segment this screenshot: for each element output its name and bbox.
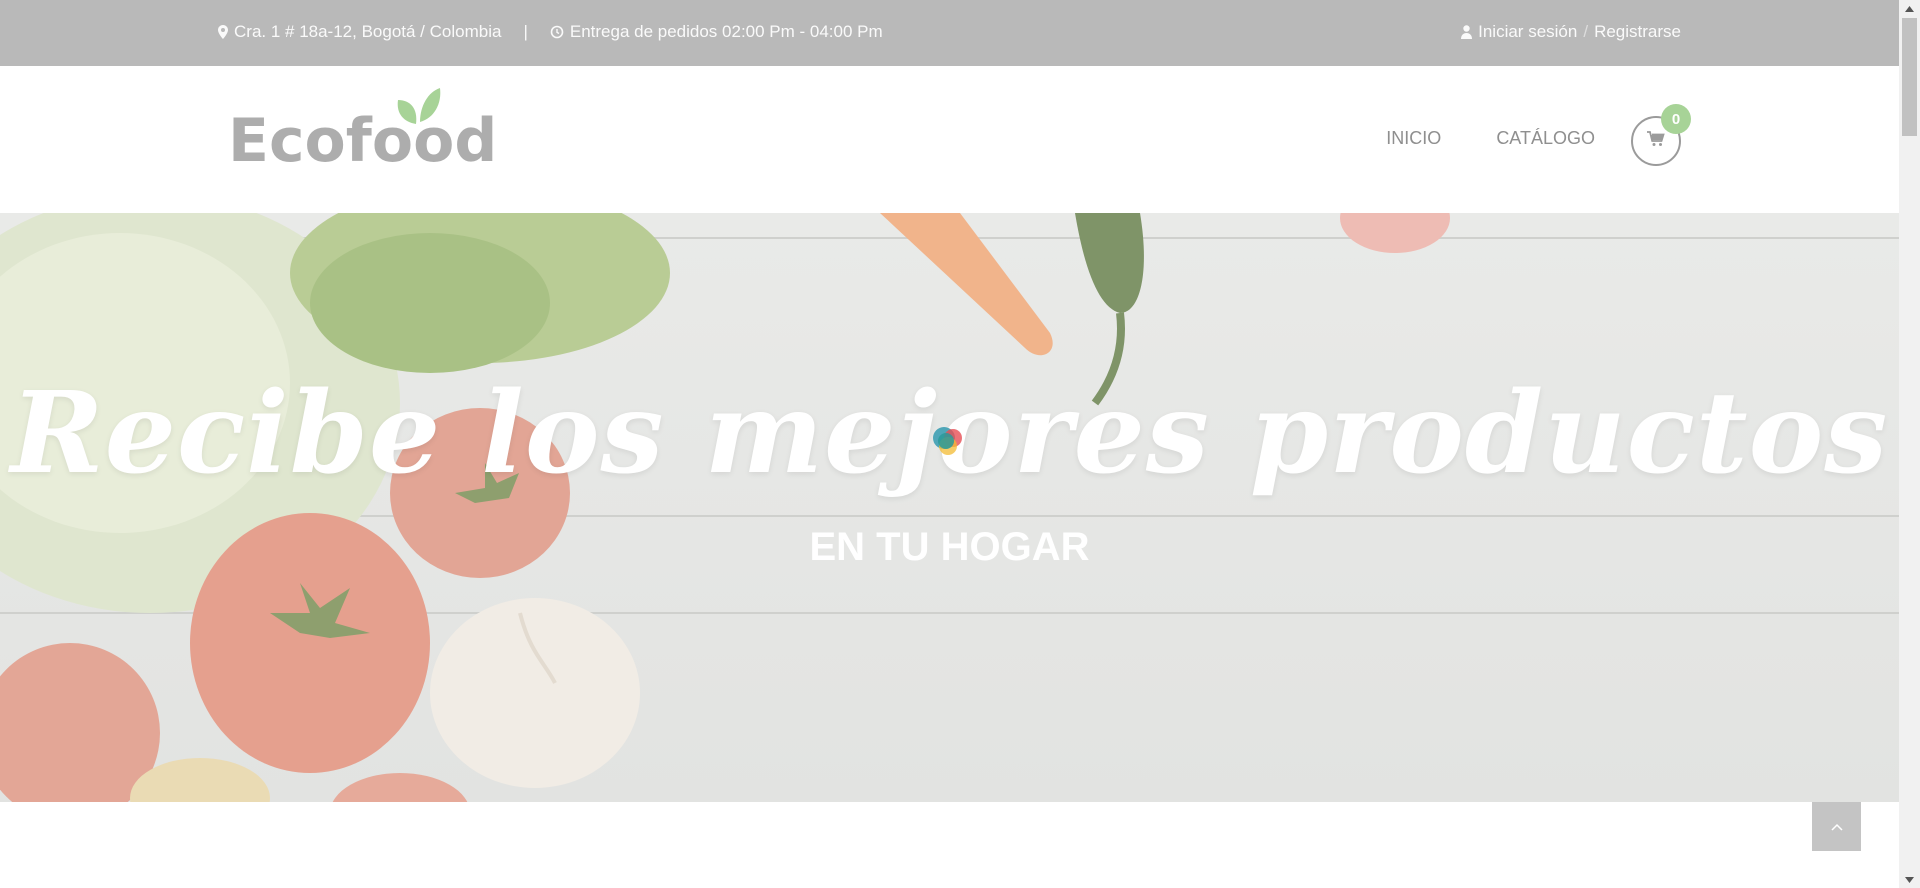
vegetables-background-image bbox=[0, 213, 1450, 802]
scrollbar-thumb[interactable] bbox=[1902, 18, 1917, 136]
top-bar-separator: | bbox=[523, 22, 528, 41]
clock-icon bbox=[550, 25, 564, 39]
user-icon bbox=[1461, 25, 1473, 39]
scroll-down-arrow-icon[interactable] bbox=[1899, 871, 1920, 888]
address-text: Cra. 1 # 18a-12, Bogotá / Colombia bbox=[234, 22, 502, 41]
main-nav: INICIO CATÁLOGO bbox=[1331, 128, 1595, 149]
delivery-hours-text: Entrega de pedidos 02:00 Pm - 04:00 Pm bbox=[569, 22, 883, 41]
logo[interactable]: Ecofood bbox=[228, 86, 498, 186]
logo-text: Ecofood bbox=[228, 106, 498, 176]
top-bar-left: Cra. 1 # 18a-12, Bogotá / Colombia | Ent… bbox=[218, 22, 883, 42]
loading-spinner-icon bbox=[931, 424, 967, 465]
chevron-up-icon bbox=[1830, 818, 1843, 836]
top-bar-right: Iniciar sesión / Registrarse bbox=[1461, 22, 1681, 42]
auth-slash: / bbox=[1583, 22, 1589, 41]
hero-banner: Recibe los mejores productos EN TU HOGAR bbox=[0, 213, 1899, 802]
cart-count-badge: 0 bbox=[1661, 104, 1691, 134]
login-link[interactable]: Iniciar sesión bbox=[1478, 22, 1577, 42]
nav-catalog[interactable]: CATÁLOGO bbox=[1496, 128, 1595, 149]
back-to-top-button[interactable] bbox=[1812, 802, 1861, 851]
site-header: Ecofood INICIO CATÁLOGO 0 bbox=[0, 66, 1899, 213]
nav-home[interactable]: INICIO bbox=[1386, 128, 1441, 149]
scroll-up-arrow-icon[interactable] bbox=[1899, 0, 1920, 17]
page-scrollbar[interactable] bbox=[1899, 0, 1920, 888]
hero-subtitle: EN TU HOGAR bbox=[809, 525, 1090, 569]
top-bar: Cra. 1 # 18a-12, Bogotá / Colombia | Ent… bbox=[0, 0, 1899, 66]
shopping-cart-icon bbox=[1647, 130, 1665, 152]
map-marker-icon bbox=[218, 25, 228, 39]
register-link[interactable]: Registrarse bbox=[1594, 22, 1681, 42]
